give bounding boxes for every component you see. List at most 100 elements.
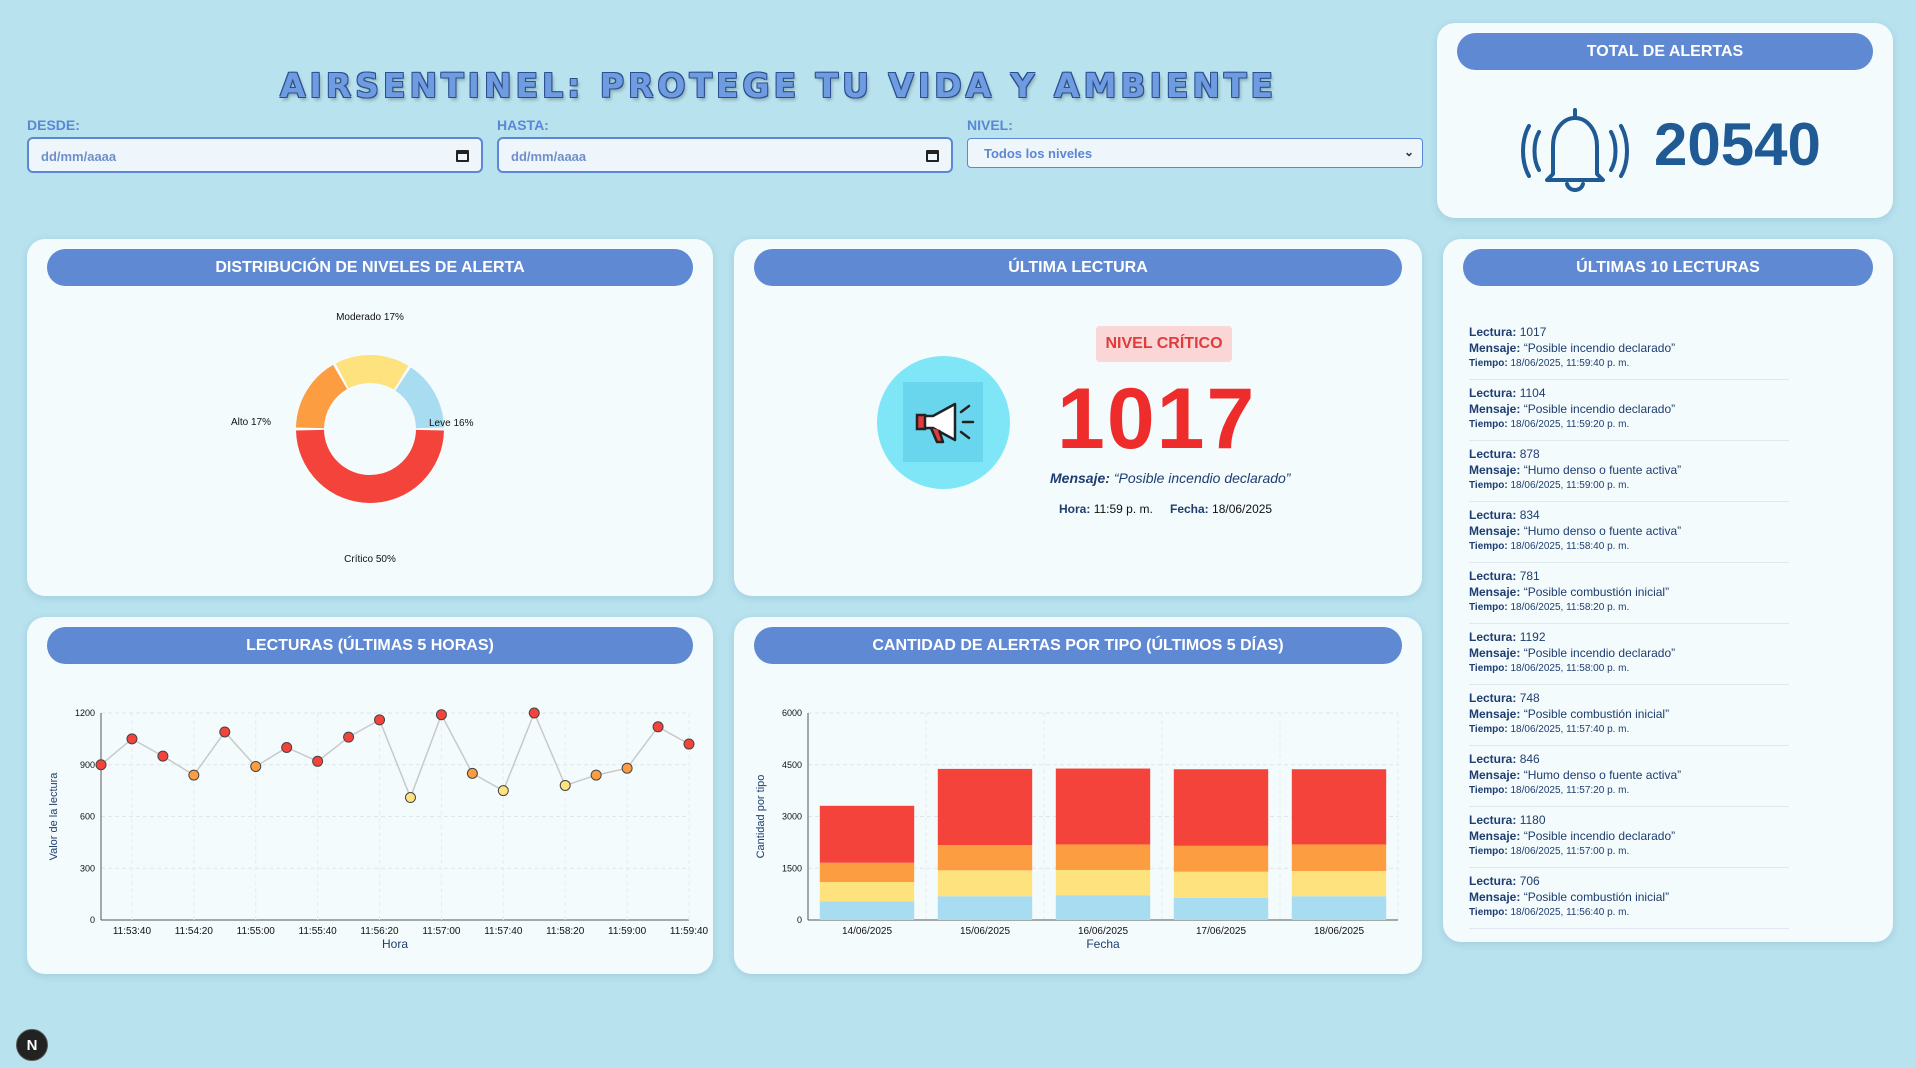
- last-reading-value: 1017: [1057, 371, 1257, 467]
- lectura-label: Lectura:: [1469, 386, 1517, 400]
- bar-segment[interactable]: [819, 901, 915, 920]
- donut-slice[interactable]: [296, 429, 444, 503]
- data-point[interactable]: [497, 785, 509, 797]
- data-point[interactable]: [343, 731, 355, 743]
- donut-slice[interactable]: [394, 367, 444, 429]
- data-point[interactable]: [590, 769, 602, 781]
- lectura-value: 1192: [1519, 630, 1546, 644]
- tiempo-label: Tiempo:: [1469, 724, 1508, 735]
- x-tick-label: 11:58:20: [546, 926, 585, 937]
- data-point[interactable]: [312, 755, 324, 767]
- reading-list-item: Lectura: 748 Mensaje: “Posible combustión…: [1469, 685, 1789, 746]
- y-tick-label: 1200: [75, 708, 95, 718]
- lectura-value: 748: [1519, 691, 1540, 705]
- tiempo-label: Tiempo:: [1469, 541, 1508, 552]
- nivel-select[interactable]: Todos los niveles ⌄: [967, 138, 1423, 168]
- data-point[interactable]: [466, 767, 478, 779]
- bar-segment[interactable]: [1291, 871, 1387, 897]
- x-tick-label: 18/06/2025: [1314, 926, 1364, 937]
- bar-segment[interactable]: [1173, 871, 1269, 898]
- data-point[interactable]: [219, 726, 231, 738]
- readings-chart-header: LECTURAS (ÚLTIMAS 5 HORAS): [47, 627, 693, 664]
- bar-segment[interactable]: [819, 882, 915, 902]
- mensaje-value: “Posible incendio declarado”: [1523, 646, 1676, 660]
- bar-segment[interactable]: [819, 862, 915, 883]
- distribution-card: DISTRIBUCIÓN DE NIVELES DE ALERTA Crític…: [27, 239, 713, 596]
- x-axis-label: Fecha: [1086, 937, 1120, 951]
- last-reading-header: ÚLTIMA LECTURA: [754, 249, 1402, 286]
- data-point[interactable]: [126, 733, 138, 745]
- hora-label: Hora:: [1059, 502, 1091, 516]
- data-point[interactable]: [621, 762, 633, 774]
- data-point[interactable]: [281, 742, 293, 753]
- bar-segment[interactable]: [937, 845, 1033, 871]
- data-point[interactable]: [528, 707, 540, 719]
- readings-line-chart: 0 300 600 900 1200 11:53:40 11:54:20 11:55:00 11…: [48, 707, 709, 951]
- y-axis-label: Valor de la lectura: [48, 772, 60, 861]
- alerts-by-type-header: CANTIDAD DE ALERTAS POR TIPO (ÚLTIMOS 5 …: [754, 627, 1402, 664]
- x-tick-label: 11:59:40: [670, 926, 709, 937]
- tiempo-value: 18/06/2025, 11:57:00 p. m.: [1510, 846, 1630, 857]
- reading-list-item: Lectura: 1017 Mensaje: “Posible incendio …: [1469, 319, 1789, 380]
- data-point[interactable]: [652, 721, 664, 733]
- data-point[interactable]: [683, 738, 695, 750]
- data-point[interactable]: [188, 769, 200, 781]
- bar-segment[interactable]: [1055, 869, 1151, 896]
- bar-segment[interactable]: [937, 896, 1033, 920]
- nextjs-dev-badge[interactable]: N: [16, 1029, 48, 1061]
- lectura-value: 1017: [1519, 325, 1547, 339]
- data-point[interactable]: [95, 759, 107, 771]
- bar-segment[interactable]: [1055, 844, 1151, 870]
- data-point[interactable]: [374, 714, 386, 726]
- lectura-label: Lectura:: [1469, 508, 1517, 522]
- mensaje-label: Mensaje:: [1469, 524, 1521, 538]
- hasta-date-value: dd/mm/aaaa: [511, 149, 587, 164]
- fecha-label: Fecha:: [1170, 502, 1209, 516]
- bar-segment[interactable]: [1173, 769, 1269, 846]
- bar-segment[interactable]: [819, 805, 915, 863]
- lectura-value: 846: [1519, 752, 1540, 766]
- hora-value: 11:59 p. m.: [1093, 502, 1153, 516]
- data-point[interactable]: [435, 709, 447, 721]
- bar-segment[interactable]: [1291, 896, 1387, 920]
- donut-slice[interactable]: [335, 355, 409, 391]
- mensaje-value: “Posible combustión inicial”: [1523, 585, 1670, 599]
- donut-slice[interactable]: [296, 364, 348, 429]
- tiempo-value: 18/06/2025, 11:56:40 p. m.: [1510, 907, 1630, 918]
- data-point[interactable]: [250, 760, 262, 772]
- mensaje-label: Mensaje:: [1469, 707, 1521, 721]
- bar-segment[interactable]: [1173, 845, 1269, 872]
- x-tick-label: 11:57:40: [484, 926, 523, 937]
- data-point[interactable]: [157, 750, 169, 762]
- bar-segment[interactable]: [1055, 768, 1151, 845]
- bar-segment[interactable]: [1291, 844, 1387, 872]
- bar-segment[interactable]: [1291, 769, 1387, 845]
- mensaje-value: “Posible incendio declarado”: [1523, 402, 1676, 416]
- mensaje-value: “Humo denso o fuente activa”: [1523, 463, 1682, 477]
- data-point[interactable]: [559, 779, 571, 791]
- data-point[interactable]: [404, 792, 416, 804]
- tiempo-label: Tiempo:: [1469, 602, 1508, 613]
- bar-segment[interactable]: [937, 870, 1033, 897]
- mensaje-label: Mensaje:: [1469, 768, 1521, 782]
- bar-segment[interactable]: [937, 768, 1033, 846]
- bar-segment[interactable]: [1055, 895, 1151, 920]
- hasta-date-input[interactable]: dd/mm/aaaa: [497, 137, 953, 173]
- tiempo-value: 18/06/2025, 11:59:40 p. m.: [1510, 358, 1630, 369]
- slice-label: Moderado 17%: [336, 312, 404, 323]
- mensaje-label: Mensaje:: [1469, 646, 1521, 660]
- critical-level-badge: NIVEL CRÍTICO: [1096, 326, 1232, 362]
- bar-segment[interactable]: [1173, 897, 1269, 920]
- lectura-label: Lectura:: [1469, 752, 1517, 766]
- reading-list-item: Lectura: 781 Mensaje: “Posible combustión…: [1469, 563, 1789, 624]
- x-tick-label: 11:53:40: [113, 926, 152, 937]
- tiempo-value: 18/06/2025, 11:59:00 p. m.: [1510, 480, 1630, 491]
- lectura-value: 834: [1519, 508, 1540, 522]
- reading-list-item: Lectura: 1180 Mensaje: “Posible incendio …: [1469, 807, 1789, 868]
- calendar-icon[interactable]: [456, 150, 469, 162]
- mensaje-label: Mensaje:: [1469, 829, 1521, 843]
- y-tick-label: 300: [80, 863, 95, 873]
- desde-date-input[interactable]: dd/mm/aaaa: [27, 137, 483, 173]
- mensaje-label: Mensaje:: [1469, 585, 1521, 599]
- calendar-icon[interactable]: [926, 150, 939, 162]
